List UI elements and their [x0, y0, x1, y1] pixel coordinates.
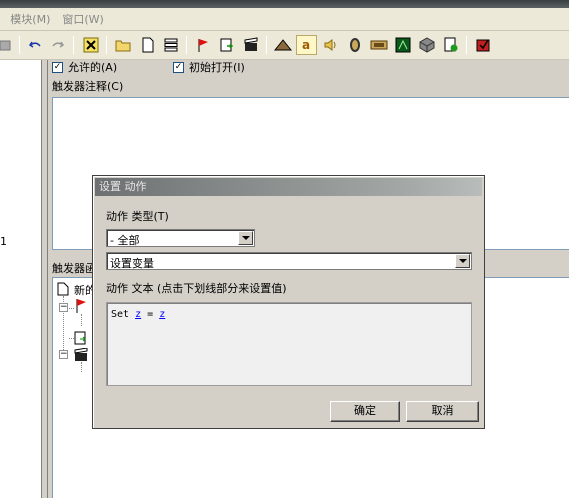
action-type-combo[interactable]: - 全部 — [106, 229, 255, 247]
enabled-checkbox-row[interactable]: ✓ 允许的(A) — [52, 60, 117, 74]
svg-text:a: a — [302, 38, 310, 52]
tree-expander-events[interactable]: − — [59, 303, 68, 312]
dialog-title[interactable]: 设置 动作 — [95, 178, 482, 196]
action-text-label: 动作 文本 (点击下划线部分来设置值) — [106, 282, 287, 295]
object-icon[interactable] — [416, 35, 437, 55]
import-icon[interactable] — [216, 35, 237, 55]
window-title-strip — [0, 0, 569, 8]
folder-icon[interactable] — [112, 35, 133, 55]
money-icon[interactable] — [368, 35, 389, 55]
unit-icon[interactable] — [344, 35, 365, 55]
chevron-down-icon[interactable] — [238, 231, 253, 245]
initially-on-checkbox[interactable]: ✓ — [173, 61, 184, 73]
text-a-icon[interactable]: a — [296, 35, 317, 55]
delete-icon[interactable] — [80, 35, 101, 55]
menu-item-module[interactable]: 模块(M) — [4, 11, 56, 27]
enabled-label: 允许的(A) — [68, 61, 118, 74]
ok-button[interactable]: 确定 — [330, 401, 400, 422]
redo-icon[interactable] — [47, 35, 68, 55]
action-value: 设置变量 — [110, 257, 154, 270]
initially-on-label: 初始打开(I) — [189, 61, 245, 74]
action-text-prefix: Set — [111, 309, 136, 320]
document-gray-icon[interactable] — [0, 35, 15, 55]
trigger-list-pane[interactable]: 1 — [0, 60, 42, 498]
cancel-button[interactable]: 取消 — [406, 401, 479, 422]
action-text-box: Set z = z — [106, 302, 472, 386]
action-type-label: 动作 类型(T) — [106, 210, 169, 223]
action-text-equals: = — [141, 309, 160, 320]
flag-icon[interactable] — [192, 35, 213, 55]
action-text-content: Set z = z — [111, 309, 165, 320]
ai-icon[interactable] — [392, 35, 413, 55]
row-number: 1 — [0, 235, 7, 248]
tree-expander-actions[interactable]: − — [59, 350, 68, 359]
undo-icon[interactable] — [24, 35, 45, 55]
trigger-comment-label: 触发器注释(C) — [52, 80, 124, 93]
set-action-dialog: 设置 动作 动作 类型(T) - 全部 设置变量 动作 文本 (点击下划线部分来… — [92, 175, 485, 429]
test-map-icon[interactable] — [472, 35, 493, 55]
terrain-icon[interactable] — [272, 35, 293, 55]
menu-bar: ) 模块(M) 窗口(W) — [0, 8, 569, 31]
chevron-down-icon[interactable] — [455, 254, 470, 268]
enabled-checkbox[interactable]: ✓ — [52, 61, 63, 73]
value-link[interactable]: z — [159, 309, 165, 320]
clapper-icon[interactable] — [240, 35, 261, 55]
initially-on-checkbox-row[interactable]: ✓ 初始打开(I) — [173, 60, 245, 74]
menu-item-window[interactable]: 窗口(W) — [56, 11, 109, 27]
action-type-value: - 全部 — [110, 234, 140, 247]
condition-icon — [74, 331, 88, 348]
trigger-functions-label: 触发器函 — [52, 262, 96, 275]
toolbar: a — [0, 31, 569, 60]
export-icon[interactable] — [440, 35, 461, 55]
action-combo[interactable]: 设置变量 — [106, 252, 472, 270]
sound-icon[interactable] — [320, 35, 341, 55]
variables-icon[interactable] — [160, 35, 181, 55]
new-file-icon[interactable] — [137, 35, 158, 55]
